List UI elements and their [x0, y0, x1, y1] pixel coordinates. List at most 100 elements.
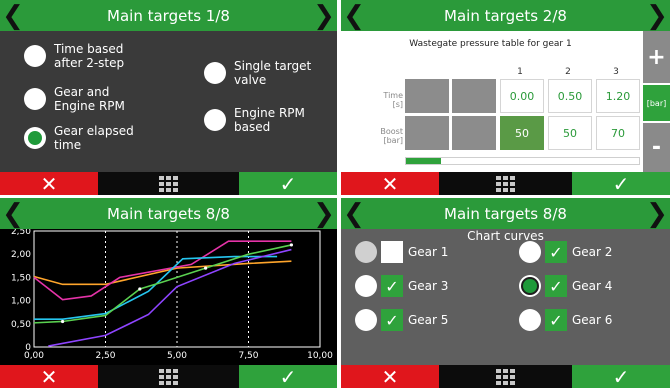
- option-time-based[interactable]: Time based after 2-step: [24, 42, 124, 70]
- radio-button-selected[interactable]: [24, 127, 46, 149]
- y-tick-label: 2,50: [11, 229, 31, 237]
- radio-button[interactable]: [519, 309, 541, 331]
- menu-button[interactable]: [439, 365, 572, 388]
- page-title: Main targets 2/8: [444, 6, 567, 25]
- confirm-button[interactable]: ✓: [572, 365, 670, 388]
- check-icon: ✓: [612, 171, 630, 196]
- chevron-left-icon[interactable]: ❮: [343, 198, 365, 229]
- data-point: [204, 266, 208, 270]
- x-tick-label: 10,00: [307, 351, 333, 361]
- data-point: [138, 287, 142, 291]
- table-cell-boost[interactable]: 50: [548, 116, 592, 150]
- line-chart: 0,00 2,50 5,00 7,50 10,0000,501,001,502,002,…: [11, 229, 333, 361]
- gear-label: Gear 2: [572, 245, 613, 259]
- gear-option-6[interactable]: ✓ Gear 6: [519, 309, 612, 331]
- gear-option-5[interactable]: ✓ Gear 5: [355, 309, 448, 331]
- row-label-time: Time [s]: [383, 91, 403, 109]
- check-icon: ✓: [279, 364, 297, 388]
- table-area: Wastegate pressure table for gear 1 1 2 …: [341, 31, 670, 172]
- close-icon: ✕: [381, 364, 399, 388]
- cancel-button[interactable]: ✕: [341, 172, 439, 195]
- table-cell[interactable]: [452, 79, 496, 113]
- curves-area: Chart curves Gear 1 ✓ Gear 2 ✓ Gear 3 ✓ Gear 4…: [341, 229, 670, 388]
- footer-bar: ✕ ✓: [0, 172, 337, 195]
- decrement-button[interactable]: -: [643, 123, 670, 172]
- footer-bar: ✕ ✓: [341, 172, 670, 195]
- menu-button[interactable]: [98, 172, 239, 195]
- chevron-right-icon[interactable]: ❯: [313, 198, 335, 229]
- table-subtitle: Wastegate pressure table for gear 1: [409, 39, 572, 49]
- menu-button[interactable]: [98, 365, 239, 388]
- column-header: 1: [517, 67, 523, 77]
- option-label: Engine RPM: [54, 99, 125, 113]
- table-cell-boost-selected[interactable]: 50: [500, 116, 544, 150]
- panel-chart-curves: ❮ Main targets 8/8 ❯ Chart curves Gear 1…: [341, 198, 670, 388]
- checkbox-checked[interactable]: ✓: [545, 309, 567, 331]
- checkbox[interactable]: [381, 241, 403, 263]
- confirm-button[interactable]: ✓: [572, 172, 670, 195]
- radio-button[interactable]: [204, 62, 226, 84]
- checkbox-checked[interactable]: ✓: [381, 309, 403, 331]
- radio-button[interactable]: [355, 241, 377, 263]
- table-cell-time[interactable]: 0.50: [548, 79, 592, 113]
- option-label: after 2-step: [54, 56, 125, 70]
- check-icon: ✓: [612, 364, 630, 388]
- table-cell[interactable]: [405, 79, 449, 113]
- cancel-button[interactable]: ✕: [0, 365, 98, 388]
- table-cell-boost[interactable]: 70: [596, 116, 640, 150]
- checkbox-checked[interactable]: ✓: [545, 275, 567, 297]
- gear-option-4[interactable]: ✓ Gear 4: [519, 275, 612, 297]
- gear-option-3[interactable]: ✓ Gear 3: [355, 275, 448, 297]
- gear-label: Gear 6: [572, 313, 613, 327]
- x-tick-label: 2,50: [95, 351, 115, 361]
- chevron-right-icon[interactable]: ❯: [646, 0, 668, 31]
- header-bar: ❮ Main targets 2/8 ❯: [341, 0, 670, 31]
- confirm-button[interactable]: ✓: [239, 365, 337, 388]
- checkbox-checked[interactable]: ✓: [545, 241, 567, 263]
- gear-option-1[interactable]: Gear 1: [355, 241, 448, 263]
- cancel-button[interactable]: ✕: [0, 172, 98, 195]
- chevron-left-icon[interactable]: ❮: [2, 0, 24, 31]
- radio-button[interactable]: [355, 309, 377, 331]
- option-label: time: [54, 138, 82, 152]
- gear-option-2[interactable]: ✓ Gear 2: [519, 241, 612, 263]
- table-cell-time[interactable]: 1.20: [596, 79, 640, 113]
- panel-chart: ❮ Main targets 8/8 ❯ 0,00 2,50 5,00 7,50 10,…: [0, 198, 337, 388]
- increment-button[interactable]: +: [643, 31, 670, 83]
- grid-menu-icon: [159, 175, 178, 192]
- gear-label: Gear 4: [572, 279, 613, 293]
- footer-bar: ✕ ✓: [0, 365, 337, 388]
- radio-button[interactable]: [519, 275, 541, 297]
- table-cell[interactable]: [452, 116, 496, 150]
- radio-button[interactable]: [519, 241, 541, 263]
- header-bar: ❮ Main targets 8/8 ❯: [341, 198, 670, 229]
- chevron-left-icon[interactable]: ❮: [2, 198, 24, 229]
- column-header: 2: [565, 67, 571, 77]
- option-gear-rpm[interactable]: Gear and Engine RPM: [24, 85, 125, 113]
- option-single-target[interactable]: Single target valve: [204, 59, 311, 87]
- chevron-right-icon[interactable]: ❯: [313, 0, 335, 31]
- option-gear-elapsed[interactable]: Gear elapsed time: [24, 124, 134, 152]
- option-engine-rpm[interactable]: Engine RPM based: [204, 106, 305, 134]
- footer-bar: ✕ ✓: [341, 365, 670, 388]
- gear-label: Gear 5: [408, 313, 449, 327]
- radio-button[interactable]: [355, 275, 377, 297]
- chevron-right-icon[interactable]: ❯: [646, 198, 668, 229]
- radio-button[interactable]: [24, 45, 46, 67]
- y-tick-label: 1,00: [11, 297, 31, 307]
- radio-button[interactable]: [24, 88, 46, 110]
- option-label: Single target: [234, 59, 312, 73]
- close-icon: ✕: [381, 171, 399, 196]
- table-cell[interactable]: [405, 116, 449, 150]
- progress-fill: [406, 158, 441, 164]
- check-icon: ✓: [279, 171, 297, 196]
- checkbox-checked[interactable]: ✓: [381, 275, 403, 297]
- radio-button[interactable]: [204, 109, 226, 131]
- panel-main-targets-2: ❮ Main targets 2/8 ❯ Wastegate pressure …: [341, 0, 670, 195]
- grid-menu-icon: [496, 368, 515, 385]
- menu-button[interactable]: [439, 172, 572, 195]
- chevron-left-icon[interactable]: ❮: [343, 0, 365, 31]
- table-cell-time[interactable]: 0.00: [500, 79, 544, 113]
- cancel-button[interactable]: ✕: [341, 365, 439, 388]
- confirm-button[interactable]: ✓: [239, 172, 337, 195]
